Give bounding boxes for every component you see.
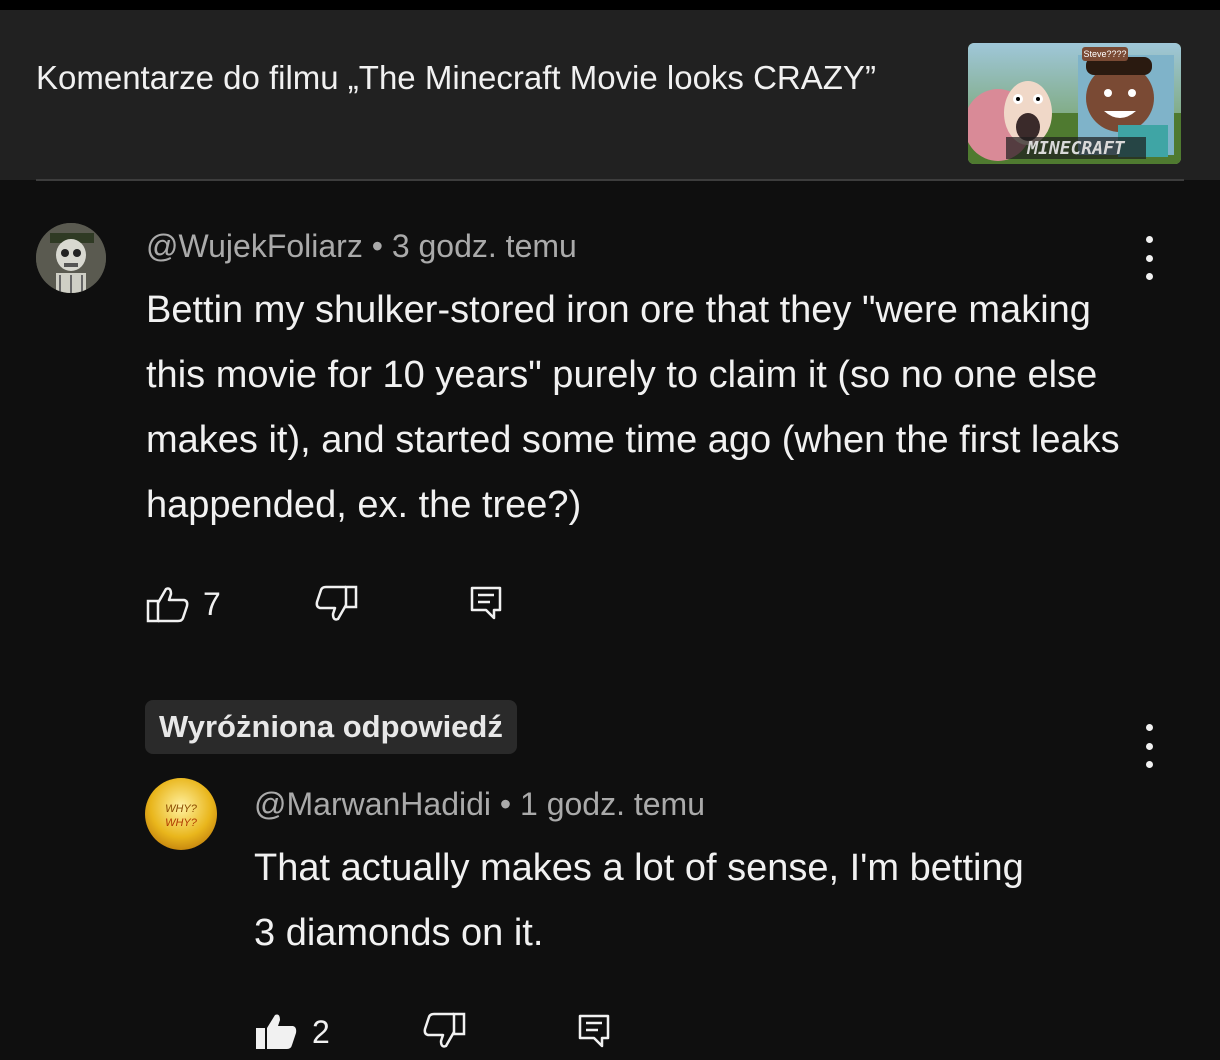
reply-icon (470, 586, 502, 620)
avatar[interactable] (36, 223, 106, 293)
reply-meta: @MarwanHadidi • 1 godz. temu (254, 786, 705, 823)
more-options-button[interactable] (1134, 236, 1164, 280)
thumbs-up-filled-icon (256, 1014, 297, 1049)
thumbnail-tag: Steve???? (1083, 49, 1126, 59)
reply-avatar[interactable]: WHY? WHY? (145, 778, 217, 850)
reply-author[interactable]: @MarwanHadidi (254, 786, 491, 822)
reply-like-count: 2 (312, 1014, 330, 1050)
like-button[interactable] (146, 585, 190, 623)
highlighted-reply-badge: Wyróżniona odpowiedź (145, 700, 517, 754)
reply-button[interactable] (470, 586, 502, 620)
comment-meta: @WujekFoliarz • 3 godz. temu (146, 228, 577, 265)
meta-separator: • (371, 228, 392, 264)
reply-like-button[interactable] (254, 1012, 298, 1050)
reply-text: That actually makes a lot of sense, I'm … (254, 847, 1024, 954)
comments-header: Komentarze do filmu „The Minecraft Movie… (0, 10, 1220, 180)
thumbs-down-icon (315, 585, 358, 621)
svg-text:WHY?: WHY? (165, 817, 198, 829)
thumbs-down-icon (423, 1012, 466, 1048)
comment-author[interactable]: @WujekFoliarz (146, 228, 363, 264)
comment-time: 3 godz. temu (391, 228, 577, 264)
header-divider (36, 179, 1184, 181)
like-count: 7 (203, 586, 221, 622)
reply-time: 1 godz. temu (520, 786, 705, 822)
reply-more-options-button[interactable] (1134, 724, 1164, 768)
thumbs-up-icon (146, 587, 189, 623)
comment-text: Bettin my shulker-stored iron ore that t… (146, 289, 1120, 526)
skeleton-avatar-icon (36, 223, 106, 293)
video-thumbnail[interactable]: Steve???? MINECRAFT (968, 43, 1181, 164)
thumbnail-logo: MINECRAFT (1026, 138, 1126, 159)
meta-separator: • (499, 786, 520, 822)
dislike-button[interactable] (314, 585, 358, 623)
page-title: Komentarze do filmu „The Minecraft Movie… (36, 59, 876, 96)
why-avatar-icon: WHY? WHY? (145, 778, 217, 850)
reply-icon (578, 1014, 610, 1048)
reply-dislike-button[interactable] (422, 1012, 466, 1050)
svg-text:WHY?: WHY? (165, 803, 198, 815)
status-bar (0, 0, 1220, 10)
reply-reply-button[interactable] (578, 1014, 610, 1048)
